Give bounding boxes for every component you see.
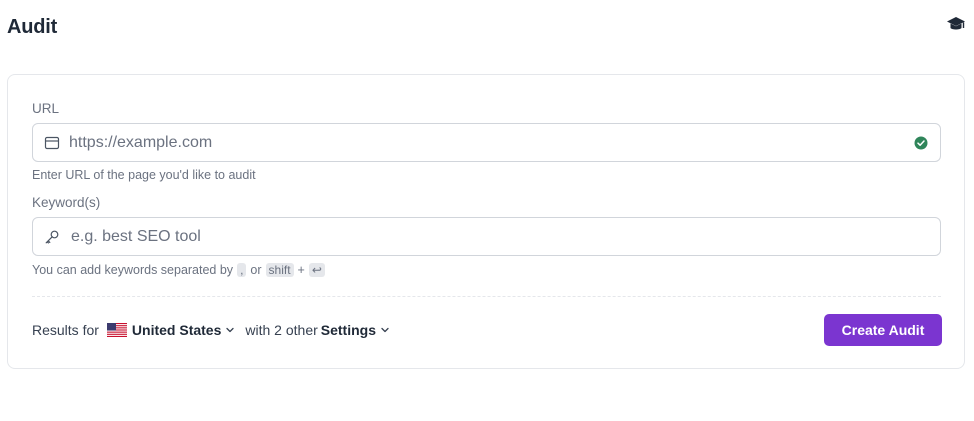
divider [32,296,941,297]
enter-key: ↩ [308,263,325,277]
country-selector[interactable]: United States [106,322,235,338]
with-others-text: with 2 other [245,322,318,338]
browser-window-icon [44,136,60,150]
results-settings-bar: Results for United States with 2 other S… [32,320,390,340]
audit-form-card: URL Enter URL of the page you'd like to … [7,74,965,369]
country-name: United States [131,322,222,338]
comma-key: , [237,263,247,277]
create-audit-button[interactable]: Create Audit [824,314,942,346]
check-circle-icon [914,136,928,150]
settings-dropdown[interactable]: Settings [321,322,390,338]
chevron-down-icon [381,327,389,333]
chevron-down-icon [226,327,235,333]
keywords-label: Keyword(s) [32,195,101,210]
settings-label: Settings [320,322,376,338]
url-label: URL [32,101,60,116]
us-flag-icon [106,323,127,337]
key-icon [45,230,59,244]
hint-or: or [250,263,262,277]
page-title: Audit [7,16,58,38]
url-input[interactable] [69,124,899,161]
keywords-hint-text: You can add keywords separated by [32,263,234,277]
keywords-hint: You can add keywords separated by , or s… [32,263,325,277]
keywords-input[interactable] [71,218,901,255]
keywords-input-wrapper[interactable] [32,217,941,256]
shift-key: shift [265,263,294,277]
url-hint: Enter URL of the page you'd like to audi… [32,168,256,182]
hint-plus: + [297,263,305,277]
results-for-label: Results for [32,322,99,338]
url-input-wrapper[interactable] [32,123,941,162]
graduation-cap-icon[interactable] [946,15,966,35]
